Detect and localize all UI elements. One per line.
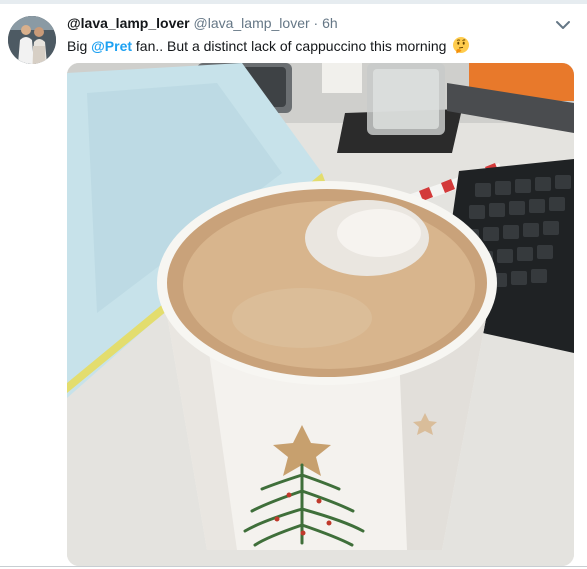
bottom-divider [0,566,587,567]
avatar[interactable] [8,16,56,64]
cappuccino-cup-image [67,63,574,566]
timestamp[interactable]: 6h [322,15,338,31]
tweet-text-start: Big [67,38,92,54]
avatar-photo [8,16,56,64]
thinking-face-icon [453,37,470,54]
tweet-text: Big @Pret fan.. But a distinct lack of c… [67,36,470,55]
tweet-text-end: fan.. But a distinct lack of cappuccino … [132,38,447,54]
top-divider [0,0,587,4]
separator-dot: · [313,15,319,31]
user-handle[interactable]: @lava_lamp_lover [194,15,310,31]
tweet-card[interactable]: @lava_lamp_lover @lava_lamp_lover · 6h B… [0,0,587,569]
display-name[interactable]: @lava_lamp_lover [67,15,190,31]
tweet-header: @lava_lamp_lover @lava_lamp_lover · 6h [67,15,338,35]
chevron-down-icon[interactable] [553,15,573,35]
mention-link[interactable]: @Pret [91,38,132,54]
tweet-photo[interactable] [67,63,574,566]
